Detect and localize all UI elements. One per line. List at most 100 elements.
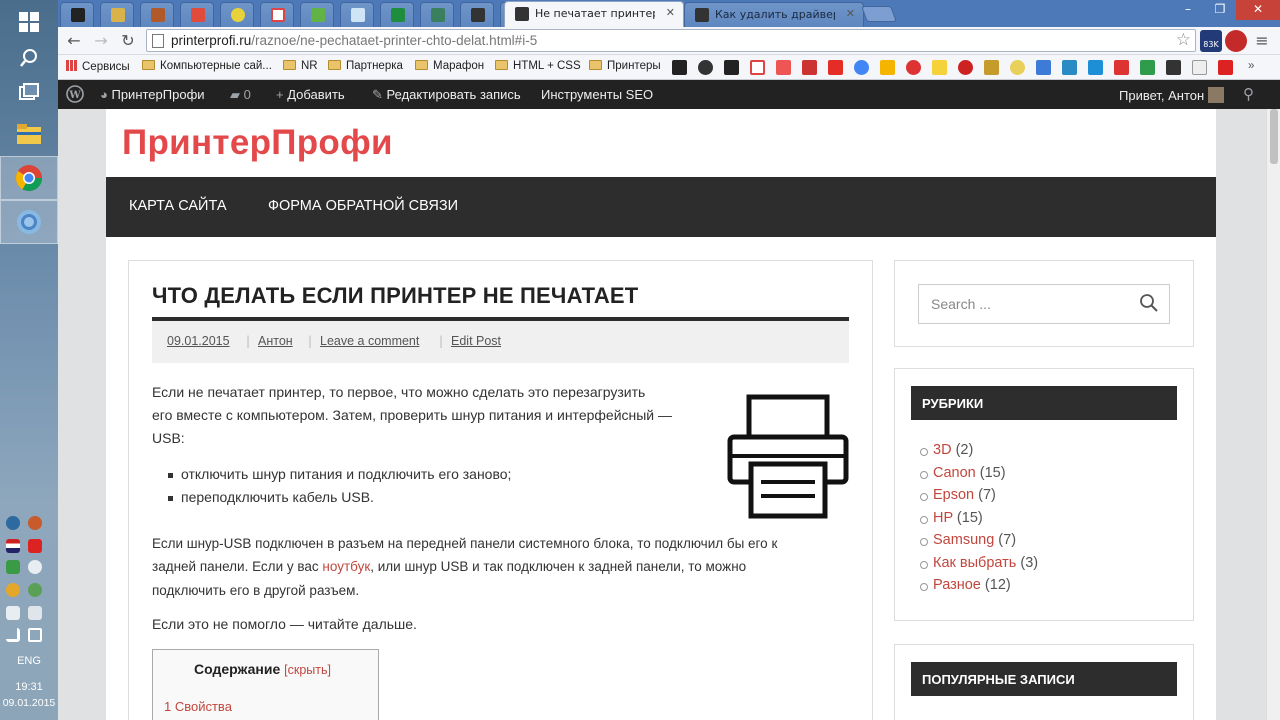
new-tab-button[interactable]	[861, 6, 897, 22]
chrome-bookmark-icon[interactable]	[854, 60, 869, 75]
flag-action-icon[interactable]	[6, 606, 20, 620]
bookmark-icon-17[interactable]	[1088, 60, 1103, 75]
bookmark-icon-10[interactable]	[906, 60, 921, 75]
bookmark-apps[interactable]: Сервисы	[66, 60, 130, 73]
bookmark-folder[interactable]: Принтеры	[589, 60, 661, 72]
chrome-tray-icon[interactable]	[6, 583, 20, 597]
firefox-icon[interactable]	[28, 516, 42, 530]
bookmark-folder[interactable]: Марафон	[415, 60, 484, 72]
category-link[interactable]: 3D	[933, 442, 952, 458]
ext-counter-icon[interactable]: 83K	[1200, 30, 1222, 52]
tab-inactive[interactable]: Как удалить драйвер при ✕	[684, 2, 864, 27]
toc-toggle-link[interactable]: [скрыть]	[284, 663, 331, 677]
category-link[interactable]: Canon	[933, 465, 976, 481]
category-link[interactable]: Epson	[933, 487, 974, 503]
category-link[interactable]: Samsung	[933, 532, 994, 548]
admin-greeting[interactable]: Привет, Антон	[1119, 87, 1224, 103]
minimize-icon[interactable]: –	[1172, 0, 1204, 20]
back-icon[interactable]: ←	[65, 32, 83, 50]
youtube-icon[interactable]	[828, 60, 843, 75]
bookmark-icon-21[interactable]	[1192, 60, 1207, 75]
post-author-link[interactable]: Антон	[258, 334, 293, 348]
signal-icon[interactable]	[6, 628, 20, 642]
bookmark-icon-5[interactable]	[776, 60, 791, 75]
leave-comment-link[interactable]: Leave a comment	[320, 334, 419, 348]
close-tab-icon[interactable]: ✕	[846, 7, 855, 20]
admin-site-link[interactable]: ◕ ПринтерПрофи	[100, 87, 205, 102]
bookmark-folder[interactable]: Партнерка	[328, 60, 403, 72]
settings-tray-icon[interactable]	[28, 583, 42, 597]
battery-icon[interactable]	[28, 606, 42, 620]
bookmark-icon-6[interactable]	[802, 60, 817, 75]
pinned-tab-10[interactable]	[420, 2, 454, 27]
admin-comments[interactable]: ▰ 0	[230, 87, 251, 103]
close-window-icon[interactable]: ✕	[1236, 0, 1280, 20]
maximize-icon[interactable]: ❐	[1204, 0, 1236, 20]
pinned-tab-11[interactable]	[460, 2, 494, 27]
forward-icon[interactable]: →	[92, 32, 110, 50]
reload-icon[interactable]: ↻	[119, 32, 137, 50]
chrome-taskbar-icon[interactable]	[0, 156, 58, 200]
edit-post-link[interactable]: Edit Post	[451, 334, 501, 348]
bookmark-folder[interactable]: HTML + CSS	[495, 60, 581, 72]
address-bar[interactable]: printerprofi.ru/raznoe/ne-pechataet-prin…	[146, 29, 1196, 52]
notebook-link[interactable]: ноутбук	[322, 559, 370, 574]
category-link[interactable]: Как выбрать	[933, 555, 1016, 571]
site-logo[interactable]: ПринтерПрофи	[122, 123, 393, 163]
bookmark-icon-19[interactable]	[1140, 60, 1155, 75]
bookmark-icon-16[interactable]	[1062, 60, 1077, 75]
category-link[interactable]: HP	[933, 510, 953, 526]
admin-edit-post[interactable]: ✎ Редактировать запись	[372, 87, 521, 103]
antivirus-icon[interactable]	[28, 539, 42, 553]
nav-item-feedback[interactable]: ФОРМА ОБРАТНОЙ СВЯЗИ	[268, 198, 458, 214]
bookmark-icon-14[interactable]	[1010, 60, 1025, 75]
pinned-tab-8[interactable]	[340, 2, 374, 27]
drive-icon[interactable]	[880, 60, 895, 75]
category-link[interactable]: Разное	[933, 577, 981, 593]
pinned-tab-9[interactable]	[380, 2, 414, 27]
bookmark-icon-18[interactable]	[1114, 60, 1129, 75]
nav-item-sitemap[interactable]: КАРТА САЙТА	[129, 198, 227, 214]
bookmark-icon-3[interactable]	[724, 60, 739, 75]
pinned-tab-5[interactable]	[220, 2, 254, 27]
bookmark-icon-20[interactable]	[1166, 60, 1181, 75]
adblock-icon[interactable]	[1225, 30, 1247, 52]
update-icon[interactable]	[6, 560, 20, 574]
bookmark-folder[interactable]: NR	[283, 60, 318, 72]
network-sync-icon[interactable]	[6, 516, 20, 530]
bookmark-icon-15[interactable]	[1036, 60, 1051, 75]
chrome-menu-icon[interactable]: ≡	[1251, 30, 1273, 52]
page-info-icon[interactable]	[152, 34, 164, 48]
page-scrollbar[interactable]	[1266, 109, 1280, 720]
bookmark-icon-13[interactable]	[984, 60, 999, 75]
toc-item[interactable]: 1 Свойства	[164, 699, 232, 714]
language-indicator[interactable]: ENG	[0, 655, 58, 667]
admin-search-icon[interactable]: ⚲	[1243, 85, 1254, 103]
wordpress-icon[interactable]: W	[66, 85, 84, 106]
task-view-icon[interactable]	[0, 70, 58, 114]
bookmark-star-icon[interactable]: ☆	[1176, 30, 1191, 50]
bookmark-icon-1[interactable]	[672, 60, 687, 75]
pinned-tab-6[interactable]	[260, 2, 294, 27]
bookmark-icon-2[interactable]	[698, 60, 713, 75]
admin-add-new[interactable]: + Добавить	[276, 87, 345, 102]
clock-time[interactable]: 19:31	[0, 681, 58, 693]
tab-active[interactable]: Не печатает принтер - что ✕	[504, 1, 684, 27]
flag-icon[interactable]	[6, 539, 20, 553]
search-input[interactable]: Search ...	[918, 284, 1170, 324]
gmail-icon[interactable]	[750, 60, 765, 75]
bookmark-folder[interactable]: Компьютерные сай...	[142, 60, 272, 72]
pinned-tab-7[interactable]	[300, 2, 334, 27]
search-icon[interactable]	[1139, 293, 1159, 313]
bookmark-icon-22[interactable]	[1218, 60, 1233, 75]
pinned-tab-4[interactable]	[180, 2, 214, 27]
cloud-icon[interactable]	[28, 560, 42, 574]
pinned-tab-3[interactable]	[140, 2, 174, 27]
admin-seo-tools[interactable]: Инструменты SEO	[541, 87, 653, 102]
apple-icon[interactable]	[958, 60, 973, 75]
pinned-tab-2[interactable]	[100, 2, 134, 27]
clock-date[interactable]: 09.01.2015	[0, 697, 58, 709]
file-explorer-icon[interactable]	[0, 112, 58, 156]
bookmarks-overflow-icon[interactable]: »	[1248, 60, 1254, 72]
close-tab-icon[interactable]: ✕	[666, 6, 675, 19]
